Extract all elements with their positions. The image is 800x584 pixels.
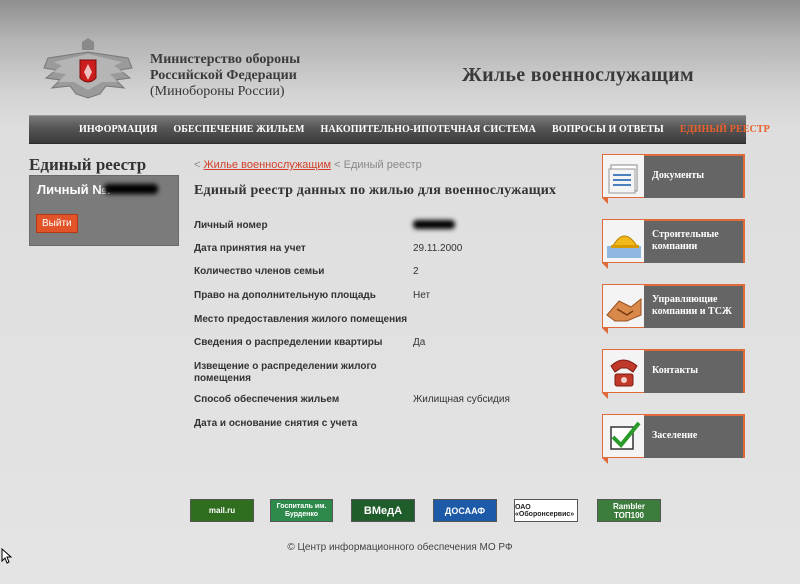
nav-item-mortgage-system[interactable]: НАКОПИТЕЛЬНО-ИПОТЕЧНАЯ СИСТЕМА <box>321 124 536 135</box>
registry-row-label: Количество членов семьи <box>194 266 325 277</box>
documents-icon <box>602 154 644 198</box>
sidebar-box-label: Строительные компании <box>652 229 719 252</box>
nav-item-unified-registry[interactable]: ЕДИНЫЙ РЕЕСТР <box>680 124 770 135</box>
sidebar-box-settlement[interactable]: Заселение <box>602 414 745 464</box>
sidebar-box-label: Управляющие компании и ТСЖ <box>652 294 732 317</box>
sidebar-box-management[interactable]: Управляющие компании и ТСЖ <box>602 284 745 334</box>
badge-dosaaf[interactable]: ДОСААФ <box>433 499 497 522</box>
registry-row-value: 2 <box>413 266 419 277</box>
breadcrumb-current: Единый реестр <box>343 159 422 171</box>
handshake-icon <box>602 284 644 328</box>
site-title: Жилье военнослужащим <box>462 64 694 86</box>
nav-item-faq[interactable]: ВОПРОСЫ И ОТВЕТЫ <box>552 124 664 135</box>
ministry-name-line2: Российской Федерации <box>150 68 297 83</box>
badge-burdenko-hospital[interactable]: Госпиталь им. Бурденко <box>270 499 333 522</box>
badge-rambler-top100[interactable]: Rambler ТОП100 <box>597 499 661 522</box>
page-title: Единый реестр данных по жилью для военно… <box>194 183 557 198</box>
checkmark-icon <box>602 414 644 458</box>
registry-row-value-redacted <box>413 220 455 232</box>
ministry-name: Министерство обороны Российской Федераци… <box>150 52 300 100</box>
sidebar-box-construction[interactable]: Строительные компании <box>602 219 745 269</box>
registry-row-value: 29.11.2000 <box>413 243 463 254</box>
mouse-cursor-icon <box>1 547 13 564</box>
copyright: © Центр информационного обеспечения МО Р… <box>287 542 513 553</box>
main-nav: ИНФОРМАЦИЯ ОБЕСПЕЧЕНИЕ ЖИЛЬЕМ НАКОПИТЕЛЬ… <box>29 115 770 144</box>
breadcrumb-separator: < <box>334 159 344 171</box>
personal-number-label: Личный №: <box>37 182 112 197</box>
registry-row-label: Место предоставления жилого помещения <box>194 314 408 325</box>
personal-number-redacted <box>104 184 158 194</box>
user-panel: Личный №: Выйти <box>29 175 179 246</box>
sidebar-box-label: Документы <box>652 170 705 181</box>
registry-row-label: Личный номер <box>194 220 268 231</box>
registry-row-label: Дата принятия на учет <box>194 243 306 254</box>
registry-row-value: Жилищная субсидия <box>413 394 510 405</box>
registry-row-label: Извещение о распределении жилого помещен… <box>194 361 377 384</box>
registry-row-value: Нет <box>413 290 431 301</box>
breadcrumb-link-home[interactable]: Жилье военнослужащим <box>203 159 331 171</box>
nav-item-information[interactable]: ИНФОРМАЦИЯ <box>79 124 157 135</box>
sidebar-box-label: Заселение <box>652 430 698 441</box>
registry-row-label: Дата и основание снятия с учета <box>194 418 358 429</box>
construction-helmet-icon <box>602 219 644 263</box>
ministry-emblem <box>42 38 134 104</box>
registry-row-label: Способ обеспечения жильем <box>194 394 340 405</box>
registry-row-label: Сведения о распределении квартиры <box>194 337 383 348</box>
badge-mailru[interactable]: mail.ru <box>190 499 254 522</box>
registry-row-label: Право на дополнительную площадь <box>194 290 376 301</box>
nav-item-housing[interactable]: ОБЕСПЕЧЕНИЕ ЖИЛЬЕМ <box>173 124 304 135</box>
badge-oboronservis[interactable]: ОАО «Оборонсервис» <box>514 499 578 522</box>
sidebar-box-label: Контакты <box>652 365 699 376</box>
badge-vmeda[interactable]: ВМедА <box>351 499 415 522</box>
sidebar-box-documents[interactable]: Документы <box>602 154 745 204</box>
registry-row-value: Да <box>413 337 426 348</box>
sidebar-box-contacts[interactable]: Контакты <box>602 349 745 399</box>
ministry-name-line3: (Минобороны России) <box>150 84 285 99</box>
logout-button[interactable]: Выйти <box>36 214 78 233</box>
left-panel-title: Единый реестр <box>29 155 147 174</box>
ministry-name-line1: Министерство обороны <box>150 52 301 67</box>
phone-icon <box>602 349 644 393</box>
breadcrumb: < Жилье военнослужащим < Единый реестр <box>194 159 422 171</box>
